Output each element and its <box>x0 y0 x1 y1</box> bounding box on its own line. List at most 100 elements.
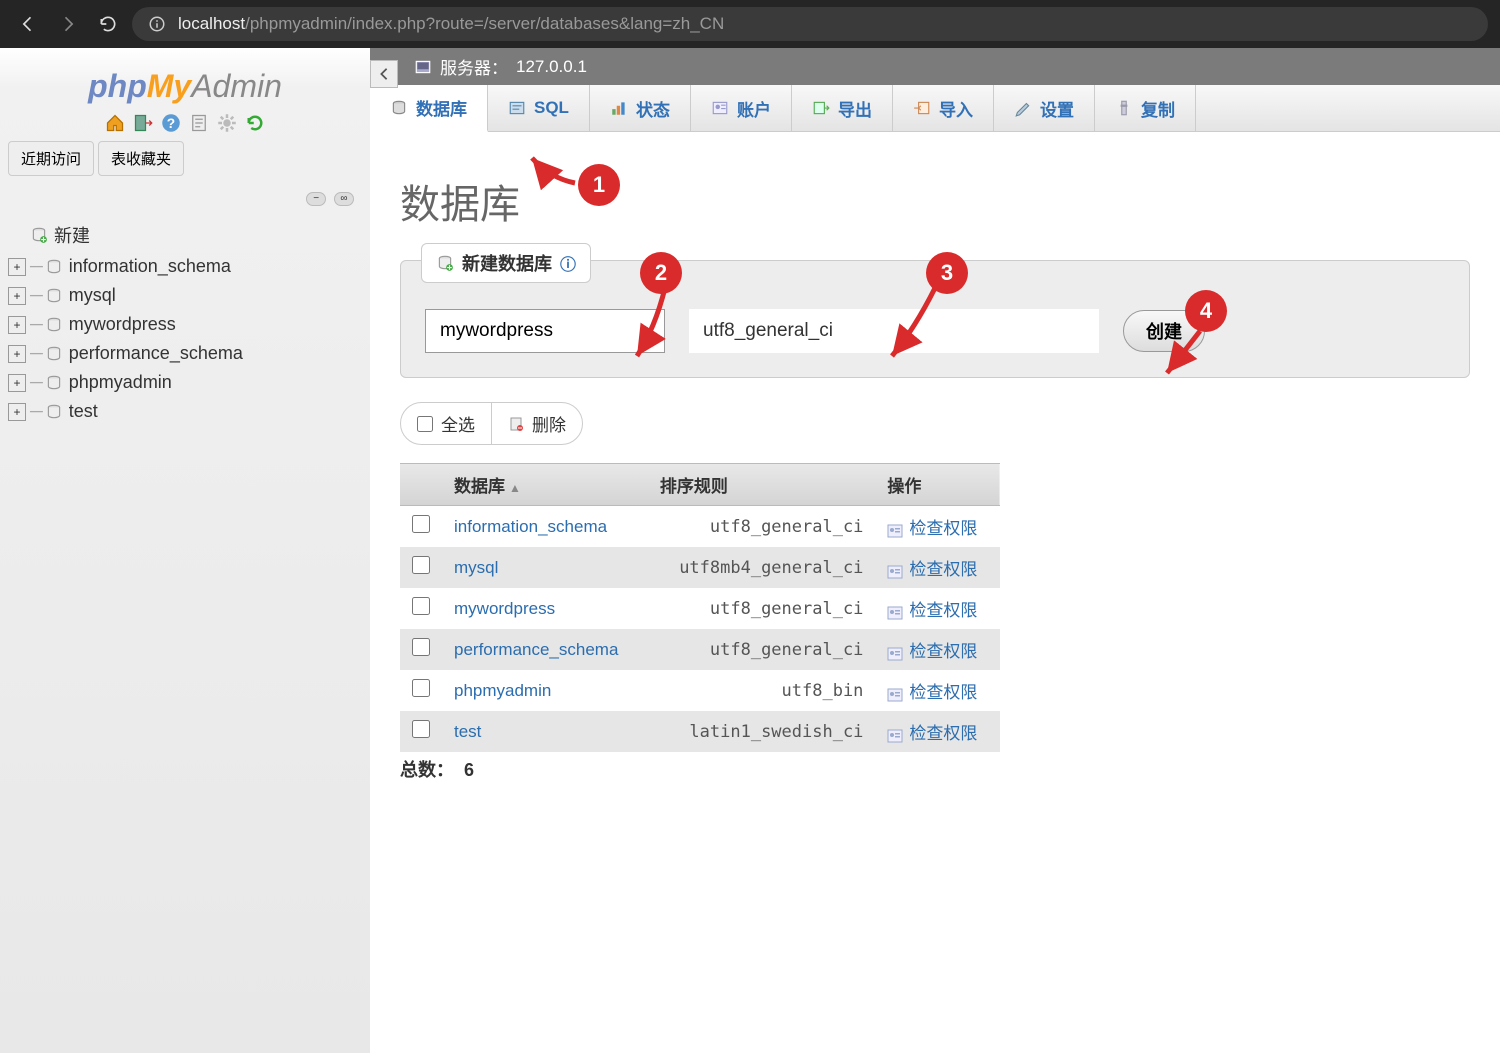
sql-icon <box>508 99 526 117</box>
database-tree: 新建 + ─ information_schema + ─ mysql + ─ … <box>8 218 362 426</box>
tree-new-database[interactable]: 新建 <box>30 218 362 252</box>
main-panel: 服务器： 127.0.0.1 数据库SQL状态账户导出导入设置复制 数据库 新建… <box>370 48 1500 1053</box>
database-link[interactable]: performance_schema <box>442 629 648 670</box>
expand-icon[interactable]: + <box>8 316 26 334</box>
header-action: 操作 <box>875 464 1000 506</box>
new-db-icon <box>30 226 48 244</box>
total-value: 6 <box>464 760 474 780</box>
tab-数据库[interactable]: 数据库 <box>370 85 488 132</box>
collapse-sidebar-button[interactable] <box>370 60 398 88</box>
breadcrumb: 服务器： 127.0.0.1 <box>370 48 1500 85</box>
row-checkbox[interactable] <box>412 597 430 615</box>
tree-item-label: phpmyadmin <box>69 372 172 393</box>
tab-label: 复制 <box>1141 96 1175 121</box>
recent-tab[interactable]: 近期访问 <box>8 141 94 176</box>
reload-icon <box>98 14 118 34</box>
tab-label: 设置 <box>1040 96 1074 121</box>
tree-database-item[interactable]: + ─ phpmyadmin <box>8 368 362 397</box>
refresh-icon[interactable] <box>245 113 265 133</box>
tab-状态[interactable]: 状态 <box>590 85 691 131</box>
annotation-marker: 4 <box>1185 290 1227 332</box>
row-checkbox[interactable] <box>412 720 430 738</box>
table-row: information_schema utf8_general_ci 检查权限 <box>400 506 1000 548</box>
home-icon[interactable] <box>105 113 125 133</box>
top-tabs: 数据库 SQL 状态 账户导出 导入 设置 复制 <box>370 85 1500 132</box>
expand-icon[interactable]: + <box>8 374 26 392</box>
arrow-left-icon <box>18 14 38 34</box>
check-privileges-link[interactable]: 检查权限 <box>909 560 977 579</box>
annotation-marker: 1 <box>578 164 620 206</box>
header-collation[interactable]: 排序规则 <box>648 464 876 506</box>
docs-icon[interactable] <box>189 113 209 133</box>
check-privileges-link[interactable]: 检查权限 <box>909 642 977 661</box>
tab-SQL[interactable]: SQL <box>488 85 590 131</box>
tab-label: 导入 <box>939 96 973 121</box>
row-checkbox[interactable] <box>412 679 430 697</box>
table-row: phpmyadmin utf8_bin 检查权限 <box>400 670 1000 711</box>
header-database[interactable]: 数据库▲ <box>442 464 648 506</box>
check-privileges-link[interactable]: 检查权限 <box>909 519 977 538</box>
collapse-all-icon[interactable]: − <box>306 192 326 206</box>
collation-cell: latin1_swedish_ci <box>648 711 876 752</box>
privileges-icon <box>887 646 903 660</box>
privileges-icon <box>887 687 903 701</box>
database-link[interactable]: information_schema <box>442 506 648 548</box>
back-button[interactable] <box>12 8 44 40</box>
tab-label: 账户 <box>737 96 771 121</box>
url-host: localhost <box>178 14 245 34</box>
help-icon[interactable]: ⓘ <box>560 251 576 275</box>
gear-icon[interactable] <box>217 113 237 133</box>
tab-label: 状态 <box>636 96 670 121</box>
database-link[interactable]: mywordpress <box>442 588 648 629</box>
expand-icon[interactable]: + <box>8 345 26 363</box>
table-row: test latin1_swedish_ci 检查权限 <box>400 711 1000 752</box>
expand-icon[interactable]: + <box>8 403 26 421</box>
row-checkbox[interactable] <box>412 638 430 656</box>
tree-database-item[interactable]: + ─ test <box>8 397 362 426</box>
import-icon <box>913 99 931 117</box>
tree-database-item[interactable]: + ─ mywordpress <box>8 310 362 339</box>
annotation-marker: 2 <box>640 252 682 294</box>
export-icon <box>812 99 830 117</box>
bulk-delete-button[interactable]: 删除 <box>492 403 582 444</box>
database-icon <box>45 258 63 276</box>
phpmyadmin-logo[interactable]: phpMyAdmin <box>8 68 362 105</box>
exit-icon[interactable] <box>133 113 153 133</box>
annotation-arrow-icon <box>1155 323 1210 383</box>
tab-label: SQL <box>534 98 569 118</box>
select-all-checkbox[interactable] <box>417 416 433 432</box>
tree-database-item[interactable]: + ─ mysql <box>8 281 362 310</box>
tab-复制[interactable]: 复制 <box>1095 85 1196 131</box>
row-checkbox[interactable] <box>412 515 430 533</box>
database-icon <box>45 374 63 392</box>
favorites-tab[interactable]: 表收藏夹 <box>98 141 184 176</box>
tab-导出[interactable]: 导出 <box>792 85 893 131</box>
databases-table: 数据库▲ 排序规则 操作 information_schema utf8_gen… <box>400 463 1000 752</box>
database-link[interactable]: phpmyadmin <box>442 670 648 711</box>
database-icon <box>45 316 63 334</box>
reload-button[interactable] <box>92 8 124 40</box>
database-link[interactable]: mysql <box>442 547 648 588</box>
check-privileges-link[interactable]: 检查权限 <box>909 724 977 743</box>
privileges-icon <box>887 728 903 742</box>
tab-设置[interactable]: 设置 <box>994 85 1095 131</box>
new-db-icon <box>436 254 454 272</box>
expand-icon[interactable]: + <box>8 258 26 276</box>
tab-账户[interactable]: 账户 <box>691 85 792 131</box>
database-link[interactable]: test <box>442 711 648 752</box>
link-icon[interactable]: ∞ <box>334 192 354 206</box>
collation-cell: utf8_general_ci <box>648 506 876 548</box>
settings-icon <box>1014 99 1032 117</box>
tree-database-item[interactable]: + ─ information_schema <box>8 252 362 281</box>
check-privileges-link[interactable]: 检查权限 <box>909 601 977 620</box>
help-icon[interactable]: ? <box>161 113 181 133</box>
database-icon <box>45 287 63 305</box>
row-checkbox[interactable] <box>412 556 430 574</box>
forward-button[interactable] <box>52 8 84 40</box>
check-privileges-link[interactable]: 检查权限 <box>909 683 977 702</box>
tree-database-item[interactable]: + ─ performance_schema <box>8 339 362 368</box>
url-bar[interactable]: localhost/phpmyadmin/index.php?route=/se… <box>132 7 1488 41</box>
tab-label: 数据库 <box>416 95 467 120</box>
expand-icon[interactable]: + <box>8 287 26 305</box>
tab-导入[interactable]: 导入 <box>893 85 994 131</box>
